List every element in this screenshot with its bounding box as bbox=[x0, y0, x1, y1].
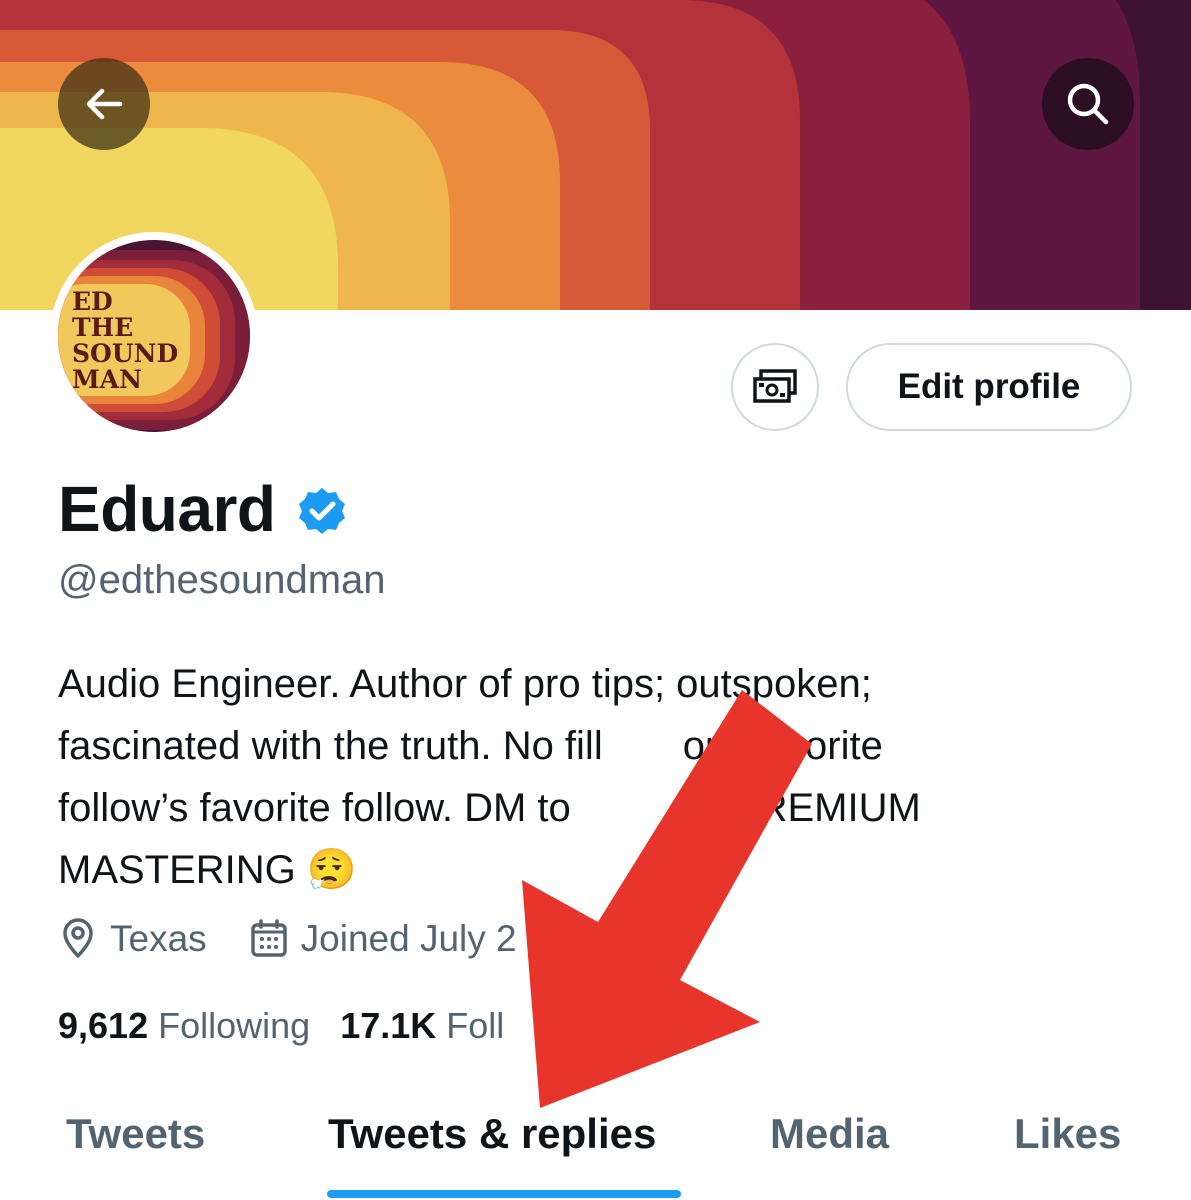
location-pin-icon bbox=[63, 918, 93, 958]
display-name: Eduard bbox=[58, 473, 276, 545]
tip-button[interactable] bbox=[731, 343, 819, 431]
active-tab-indicator bbox=[327, 1190, 681, 1198]
bio-line: fascinated with the truth. No fill our fa… bbox=[58, 715, 1138, 777]
follow-stats: 9,612 Following 17.1K Foll bbox=[58, 1005, 534, 1047]
verified-badge-icon bbox=[299, 488, 346, 534]
bio-fragment: follow’s favorite follow. DM to bbox=[58, 786, 571, 830]
bio-fragment: fascinated with the truth. No fill bbox=[58, 724, 603, 768]
bio-fragment: ck PREMIUM bbox=[680, 786, 921, 830]
edit-profile-button[interactable]: Edit profile bbox=[846, 343, 1132, 431]
location-text: Texas bbox=[110, 918, 207, 959]
followers-link[interactable]: 17.1K Foll bbox=[340, 1005, 504, 1047]
calendar-icon bbox=[250, 919, 287, 957]
followers-count: 17.1K bbox=[340, 1005, 437, 1046]
avatar-logo-line: THE bbox=[72, 313, 133, 342]
bio-line: follow’s favorite follow. DM to ck PREMIU… bbox=[58, 777, 1138, 839]
tab-media[interactable]: Media bbox=[770, 1110, 889, 1158]
bio-fragment: MASTERING bbox=[58, 848, 296, 892]
money-icon bbox=[753, 369, 797, 403]
avatar-logo-line: SOUND bbox=[72, 339, 178, 368]
profile-meta: Texas Joined July 2 bbox=[58, 918, 559, 960]
following-link[interactable]: 9,612 Following bbox=[58, 1005, 310, 1047]
location-item: Texas bbox=[58, 918, 207, 960]
bio-fragment: our favorite bbox=[682, 724, 883, 768]
followers-label: Foll bbox=[446, 1005, 505, 1046]
back-button[interactable] bbox=[58, 58, 150, 150]
arrow-left-icon bbox=[86, 88, 123, 120]
avatar-logo-line: ED bbox=[72, 287, 113, 316]
profile-name-row: Eduard bbox=[58, 472, 347, 546]
search-icon bbox=[1067, 83, 1109, 125]
profile-bio: Audio Engineer. Author of pro tips; outs… bbox=[58, 653, 1138, 901]
joined-item: Joined July 2 bbox=[249, 918, 517, 960]
bio-line: Audio Engineer. Author of pro tips; outs… bbox=[58, 662, 872, 706]
tab-tweets[interactable]: Tweets bbox=[66, 1110, 205, 1158]
following-count: 9,612 bbox=[58, 1005, 149, 1046]
avatar[interactable]: ED THE SOUND MAN bbox=[50, 232, 258, 440]
profile-handle: @edthesoundman bbox=[58, 558, 386, 602]
following-label: Following bbox=[158, 1005, 311, 1046]
tab-likes[interactable]: Likes bbox=[1014, 1110, 1121, 1158]
bio-line: MASTERING 😮‍💨 bbox=[58, 839, 1138, 901]
exhale-emoji: 😮‍💨 bbox=[306, 848, 357, 892]
tab-tweets-and-replies[interactable]: Tweets & replies bbox=[328, 1110, 656, 1158]
joined-text: Joined July 2 bbox=[300, 918, 517, 959]
search-button[interactable] bbox=[1042, 58, 1134, 150]
avatar-logo-line: MAN bbox=[72, 365, 142, 394]
